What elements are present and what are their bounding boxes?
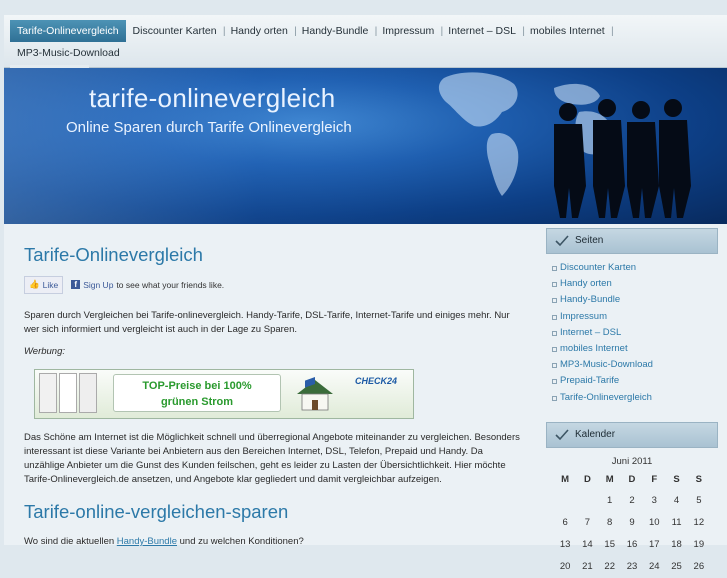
pages-title-label: Seiten: [575, 235, 604, 246]
ad-offer-line1: TOP-Preise bei 100%: [142, 380, 252, 392]
question-text-start: Wo sind die aktuellen: [24, 536, 117, 547]
tuev-badge: [39, 373, 57, 413]
calendar-day: 21: [582, 561, 593, 573]
nav-item[interactable]: Tarife-Onlinevergleich: [10, 20, 126, 42]
sidebar-page-link[interactable]: Discounter Karten: [552, 260, 718, 276]
facebook-icon: f: [71, 280, 81, 289]
handy-bundle-link[interactable]: Handy-Bundle: [117, 536, 177, 547]
calendar-day: 10: [648, 517, 660, 529]
ad-offer-line2: grünen Strom: [160, 396, 234, 408]
facebook-like-box: 👍 Like f Sign Up to see what your friend…: [24, 275, 524, 294]
sidebar: Seiten Discounter Karten Handy orten Handy…: [546, 228, 718, 578]
pages-list: Discounter Karten Handy orten Handy-Bundle…: [546, 260, 718, 406]
calendar-day: 3: [651, 495, 657, 507]
calendar-weekday: D: [583, 473, 591, 485]
calendar-week: 20 21 22 23 24 25 26: [554, 556, 710, 578]
calendar-day: 20: [559, 561, 571, 573]
ad-offer-box: TOP-Preise bei 100% grünen Strom: [113, 374, 281, 412]
nav-item[interactable]: MP3-Music-Download: [10, 42, 127, 64]
calendar-day: 24: [648, 561, 660, 573]
facebook-signup-link[interactable]: Sign Up: [83, 280, 113, 290]
calendar-day: [554, 490, 576, 512]
calendar-day: 6: [562, 517, 568, 529]
site-header: tarife-onlinevergleich Online Sparen dur…: [4, 68, 727, 224]
calendar-day: 26: [693, 561, 705, 573]
sidebar-page-link[interactable]: Internet – DSL: [552, 325, 718, 341]
question-text-end: und zu welchen Konditionen?: [177, 536, 304, 547]
calendar-caption: Juni 2011: [611, 455, 653, 467]
advertisement-banner[interactable]: TOP-Preise bei 100% grünen Strom CHECK24: [34, 369, 414, 419]
calendar-day: 25: [671, 561, 682, 573]
sidebar-page-link[interactable]: Handy orten: [552, 276, 718, 292]
like-label: Like: [42, 279, 59, 290]
site-title[interactable]: tarife-onlinevergleich: [89, 83, 336, 114]
sidebar-page-link[interactable]: Tarife-Onlinevergleich: [552, 390, 718, 406]
calendar-weekday: S: [673, 473, 680, 485]
page-wrapper: Tarife-OnlinevergleichDiscounter KartenH…: [4, 15, 727, 572]
calendar-day: 1: [607, 495, 613, 507]
calendar-day: 7: [584, 517, 591, 529]
calendar-day: 5: [696, 495, 702, 507]
sidebar-page-link[interactable]: mobiles Internet: [552, 341, 718, 357]
main-content: Tarife-Onlinevergleich 👍 Like f Sign Up …: [24, 244, 524, 549]
thumbs-up-icon: 👍: [29, 279, 40, 289]
calendar-day: 8: [607, 517, 613, 529]
advertising-label: Werbung:: [24, 346, 66, 357]
check24-logo: CHECK24: [355, 376, 398, 386]
calendar-weekdays: MDMDFSS: [554, 469, 710, 490]
calendar-day: 12: [693, 517, 705, 529]
nav-item[interactable]: Impressum: [375, 20, 443, 42]
test-badge: [59, 373, 77, 413]
calendar-table: MDMDFSS 1 2 3 4 5 6 7 8 9 10 11 12 13 14 15 16 17 18 19 20 2…: [554, 469, 710, 578]
calendar-title-label: Kalender: [575, 428, 616, 440]
calendar: Juni 2011 MDMDFSS 1 2 3 4 5 6 7 8 9 10 11 12 13 14 15 1…: [546, 454, 718, 578]
nav-item[interactable]: Handy-Bundle: [295, 20, 377, 42]
calendar-body: 1 2 3 4 5 6 7 8 9 10 11 12 13 14 15 16 17 18 19 20 21 22 23 24 2…: [554, 490, 710, 578]
calendar-weekday: M: [605, 473, 614, 485]
body-paragraph: Das Schöne am Internet ist die Möglichke…: [24, 432, 520, 485]
calendar-day: 2: [629, 495, 635, 507]
award-badge: [79, 373, 97, 413]
calendar-day: 9: [629, 517, 635, 529]
house-icon: [297, 376, 333, 411]
header-businessmen-image: [438, 72, 691, 218]
nav-item[interactable]: Internet – DSL: [441, 20, 524, 42]
calendar-weekday: M: [561, 473, 570, 485]
sidebar-page-link[interactable]: Prepaid-Tarife: [552, 373, 718, 389]
question-paragraph: Wo sind die aktuellen Handy-Bundle und z…: [24, 535, 524, 549]
sidebar-page-link[interactable]: Impressum: [552, 309, 718, 325]
nav-item[interactable]: Handy orten: [224, 20, 297, 42]
site-description: Online Sparen durch Tarife Onlineverglei…: [66, 119, 352, 136]
nav-item[interactable]: mobiles Internet: [523, 20, 613, 42]
calendar-weekday: F: [651, 473, 658, 485]
calendar-weekday: S: [695, 473, 703, 485]
calendar-day: [576, 490, 598, 512]
facebook-like-button[interactable]: 👍 Like: [24, 275, 64, 294]
nav-item[interactable]: Discounter Karten: [126, 20, 226, 42]
calendar-day: 11: [671, 517, 682, 529]
calendar-weekday: D: [628, 473, 636, 485]
facebook-signup-text: to see what your friends like.: [116, 279, 225, 290]
post-title[interactable]: Tarife-Onlinevergleich: [24, 244, 524, 266]
calendar-day: 23: [626, 561, 638, 573]
checkmark-icon: [555, 429, 569, 440]
main-navigation: Tarife-OnlinevergleichDiscounter KartenH…: [4, 15, 727, 87]
sidebar-page-link[interactable]: MP3-Music-Download: [552, 357, 718, 373]
post-title-2[interactable]: Tarife-online-vergleichen-sparen: [24, 501, 524, 523]
calendar-week: 1 2 3 4 5: [554, 490, 710, 512]
pages-widget-title: Seiten: [546, 228, 718, 254]
calendar-widget-title: Kalender: [546, 421, 718, 448]
calendar-day: 4: [673, 495, 680, 507]
checkmark-icon: [555, 235, 569, 247]
calendar-day: 22: [604, 561, 615, 573]
calendar-week: 6 7 8 9 10 11 12: [554, 512, 710, 534]
intro-paragraph: Sparen durch Vergleichen bei Tarife-onli…: [24, 310, 510, 335]
sidebar-page-link[interactable]: Handy-Bundle: [552, 292, 718, 308]
